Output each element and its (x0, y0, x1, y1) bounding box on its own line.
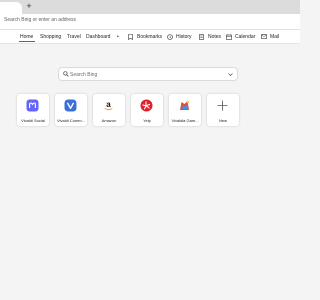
speed-dial-vivaldi-social[interactable]: Vivaldi Social (17, 94, 49, 126)
address-bar[interactable]: Search Bing or enter an address (0, 14, 300, 30)
vivaldia-game-icon (180, 100, 189, 110)
speed-dial-vivaldi-community[interactable]: Vivaldi Comm... (55, 94, 87, 126)
search-box[interactable] (58, 67, 238, 81)
bookmarks-panel-button[interactable]: Bookmarks (128, 30, 163, 44)
calendar-panel-button[interactable]: Calendar (226, 30, 258, 44)
notes-panel-button[interactable]: Notes (199, 30, 223, 44)
svg-text:a: a (106, 100, 111, 109)
speed-dial-label: Vivaldia Gam... (171, 118, 199, 123)
notes-icon (199, 34, 204, 40)
vivaldi-icon (64, 99, 77, 112)
address-placeholder[interactable]: Search Bing or enter an address (4, 17, 76, 23)
new-tab-button[interactable]: + (24, 1, 34, 12)
speed-dial-label: Yelp (143, 118, 151, 123)
calendar-icon (226, 34, 232, 40)
speed-dial-yelp[interactable]: Yelp (131, 94, 163, 126)
amazon-icon: a (104, 100, 113, 110)
history-icon (167, 34, 173, 40)
mastodon-icon (26, 99, 39, 112)
speed-dial-label: Amazon (101, 118, 117, 123)
bookmark-icon (128, 34, 133, 40)
plus-icon (217, 100, 228, 111)
history-panel-button[interactable]: History (167, 30, 195, 44)
speed-dial-amazon[interactable]: a Amazon (93, 94, 125, 126)
active-indicator (19, 41, 35, 42)
tab-strip: + (0, 0, 300, 14)
speed-dial-label: Vivaldi Comm... (57, 118, 85, 123)
chevron-down-icon[interactable] (228, 73, 233, 76)
search-input[interactable] (70, 70, 220, 79)
active-tab[interactable] (0, 2, 22, 14)
speed-dial-label: Vivaldi Social (21, 118, 45, 123)
bookmarks-bar: Home Shopping Travel Dashboard • Bookmar… (0, 30, 300, 44)
mail-icon (261, 34, 267, 39)
speed-dial-label: New (218, 118, 227, 123)
speed-dial-add-new[interactable]: New (207, 94, 239, 126)
search-icon (63, 71, 69, 77)
yelp-icon (140, 99, 153, 112)
speed-dial-vivaldia-games[interactable]: Vivaldia Gam... (169, 94, 201, 126)
mail-panel-button[interactable]: Mail (261, 30, 283, 44)
